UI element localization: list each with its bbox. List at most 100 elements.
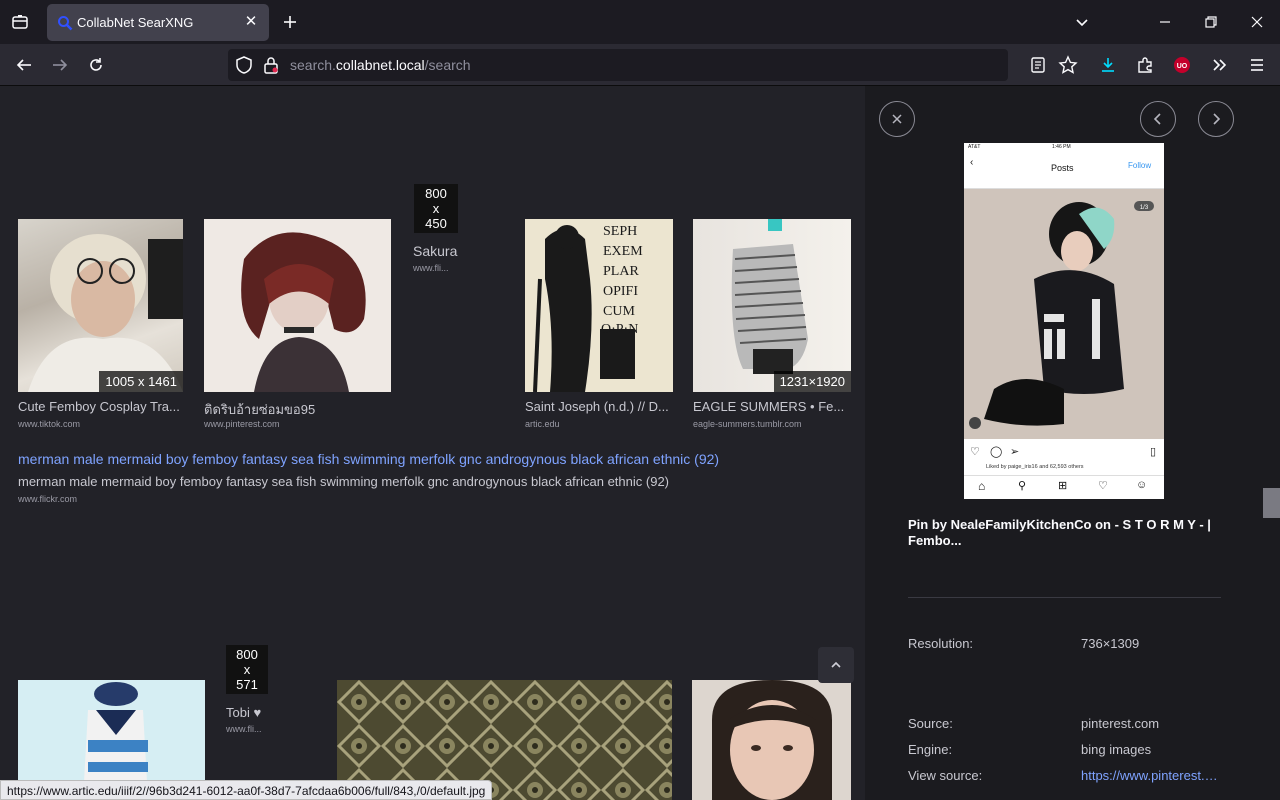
panel-scrollbar[interactable] — [1263, 488, 1280, 518]
preview-likes: Liked by paige_iris16 and 62,593 others — [986, 464, 1084, 470]
engine-label: Engine: — [908, 742, 953, 757]
image-detail-panel: AT&T 1:46 PM ‹ Posts Follow 1/3 ♡ ◯ ➢ ▯ … — [865, 86, 1280, 800]
result-link-title[interactable]: merman male mermaid boy femboy fantasy s… — [18, 451, 719, 467]
preview-header: AT&T 1:46 PM ‹ Posts Follow — [964, 143, 1164, 189]
view-source-link[interactable]: https://www.pinterest.com/pin/ — [1081, 768, 1221, 783]
divider — [908, 597, 1221, 598]
detail-title[interactable]: Pin by NealeFamilyKitchenCo on - S T O R… — [908, 517, 1228, 549]
forward-arrow-icon[interactable] — [48, 53, 72, 77]
shield-icon[interactable] — [234, 55, 254, 75]
result-thumbnail[interactable]: 1231×1920 — [693, 219, 851, 392]
result-source: artic.edu — [525, 419, 560, 429]
result-link-description: merman male mermaid boy femboy fantasy s… — [18, 474, 669, 489]
minimize-icon[interactable] — [1153, 10, 1177, 34]
preview-time: 1:46 PM — [1052, 144, 1071, 150]
close-tab-icon[interactable]: ✕ — [241, 12, 261, 32]
result-image-icon — [241, 232, 366, 392]
chevron-right-icon — [1213, 113, 1221, 125]
resolution-badge: 1231×1920 — [773, 371, 851, 392]
result-source: www.flickr.com — [18, 494, 78, 504]
result-image-icon — [731, 219, 808, 374]
overflow-chevrons-icon[interactable] — [1208, 53, 1232, 77]
window-close-icon[interactable] — [1245, 10, 1269, 34]
resolution-badge: 1005 x 1461 — [99, 371, 183, 392]
preview-counter: 1/3 — [1140, 205, 1149, 211]
resolution-badge: 800 x 571 — [226, 645, 268, 694]
back-chevron-icon: ‹ — [970, 157, 974, 168]
result-image-icon — [28, 234, 183, 392]
svg-text:SEPH: SEPH — [603, 224, 637, 239]
resolution-label: Resolution: — [908, 636, 974, 651]
preview-footer: ♡ ◯ ➢ ▯ Liked by paige_iris16 and 62,593… — [964, 439, 1164, 499]
svg-text:O·P·N: O·P·N — [601, 322, 638, 337]
previous-image-button[interactable] — [1140, 101, 1176, 137]
preview-title: Posts — [1051, 163, 1074, 173]
result-thumbnail[interactable] — [692, 680, 851, 800]
activity-heart-icon: ♡ — [1098, 480, 1108, 492]
result-title[interactable]: ติดริบอ้ายซ่อมขอ95 — [204, 399, 391, 420]
profile-icon: ☺ — [1136, 479, 1148, 491]
bookmark-star-icon[interactable] — [1058, 55, 1078, 75]
tab-title: CollabNet SearXNG — [77, 15, 194, 30]
result-source: eagle-summers.tumblr.com — [693, 419, 802, 429]
preview-photo-icon: 1/3 — [964, 189, 1164, 439]
close-icon — [892, 114, 902, 124]
result-title[interactable]: Saint Joseph (n.d.) // D... — [525, 399, 673, 414]
svg-text:UO: UO — [1177, 63, 1188, 70]
hamburger-menu-icon[interactable] — [1245, 53, 1269, 77]
home-icon: ⌂ — [978, 479, 986, 493]
result-title[interactable]: EAGLE SUMMERS • Fe... — [693, 399, 851, 414]
search-results-area: 1005 x 1461 Cute Femboy Cosplay Tra... w… — [0, 86, 865, 800]
source-value: pinterest.com — [1081, 716, 1160, 731]
view-source-label: View source: — [908, 768, 983, 783]
next-image-button[interactable] — [1198, 101, 1234, 137]
tab-list-chevron-icon[interactable] — [1070, 10, 1094, 34]
searxng-favicon-icon — [58, 16, 73, 31]
scroll-to-top-button[interactable] — [818, 647, 854, 683]
image-preview[interactable]: AT&T 1:46 PM ‹ Posts Follow 1/3 ♡ ◯ ➢ ▯ … — [964, 143, 1164, 499]
result-thumbnail[interactable]: 1005 x 1461 — [18, 219, 183, 392]
close-detail-button[interactable] — [879, 101, 915, 137]
result-title[interactable]: Tobi ♥ — [226, 705, 286, 720]
result-image-icon: SEPH EXEM PLAR OPIFI CUM O·P·N — [525, 219, 673, 392]
save-bookmark-icon: ▯ — [1149, 446, 1156, 458]
lock-icon[interactable] — [261, 55, 281, 75]
result-thumbnail[interactable]: SEPH EXEM PLAR OPIFI CUM O·P·N — [525, 219, 673, 392]
preview-carrier: AT&T — [968, 144, 981, 150]
svg-text:EXEM: EXEM — [603, 244, 643, 259]
chevron-up-icon — [831, 661, 841, 668]
tab-strip: CollabNet SearXNG ✕ — [0, 0, 1280, 44]
result-source: www.pinterest.com — [204, 419, 280, 429]
reader-view-icon[interactable] — [1028, 55, 1048, 75]
extensions-puzzle-icon[interactable] — [1133, 53, 1157, 77]
downloads-icon[interactable] — [1096, 53, 1120, 77]
result-source: www.fli... — [226, 724, 262, 734]
share-icon: ➢ — [1010, 446, 1020, 458]
result-source: www.fli... — [413, 263, 449, 273]
result-source: www.tiktok.com — [18, 419, 81, 429]
search-icon: ⚲ — [1018, 480, 1027, 492]
resolution-badge: 800 x 450 — [414, 184, 458, 233]
address-bar[interactable]: search.collabnet.local/search — [228, 49, 1078, 81]
svg-text:OPIFI: OPIFI — [603, 284, 638, 299]
ublock-origin-icon[interactable]: UO — [1170, 53, 1194, 77]
engine-value: bing images — [1081, 742, 1152, 757]
reload-icon[interactable] — [84, 53, 108, 77]
back-arrow-icon[interactable] — [12, 53, 36, 77]
result-title[interactable]: Sakura — [413, 243, 473, 259]
status-bar-url: https://www.artic.edu/iiif/2//96b3d241-6… — [0, 780, 493, 800]
tab-active[interactable]: CollabNet SearXNG ✕ — [47, 4, 269, 41]
svg-text:PLAR: PLAR — [603, 264, 639, 279]
new-tab-icon[interactable] — [278, 10, 302, 34]
resolution-value: 736×1309 — [1081, 636, 1140, 651]
result-title[interactable]: Cute Femboy Cosplay Tra... — [18, 399, 183, 414]
browser-window: CollabNet SearXNG ✕ search.collabnet.loc… — [0, 0, 1280, 800]
add-post-icon: ⊞ — [1058, 480, 1068, 492]
result-thumbnail[interactable] — [204, 219, 391, 392]
restore-icon[interactable] — [1199, 10, 1223, 34]
url-text: search.collabnet.local/search — [290, 57, 471, 73]
comment-icon: ◯ — [990, 446, 1003, 458]
svg-text:CUM: CUM — [603, 304, 635, 319]
preview-follow: Follow — [1128, 161, 1152, 170]
tab-overview-icon[interactable] — [8, 10, 32, 34]
